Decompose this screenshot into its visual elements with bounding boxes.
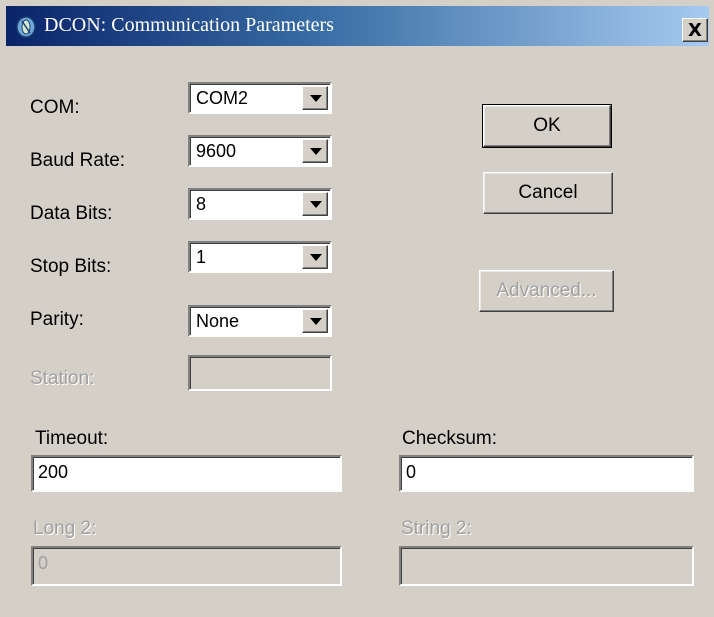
- parity-select[interactable]: None: [188, 305, 332, 337]
- title-bar[interactable]: DCON: Communication Parameters X: [6, 6, 709, 46]
- close-button[interactable]: X: [682, 18, 708, 42]
- baud-rate-value: 9600: [196, 141, 237, 161]
- checksum-input[interactable]: 0: [399, 455, 694, 492]
- cancel-button-label: Cancel: [518, 182, 578, 203]
- data-bits-select[interactable]: 8: [188, 188, 332, 220]
- stop-bits-select[interactable]: 1: [188, 241, 332, 273]
- checksum-value: 0: [406, 462, 417, 482]
- com-value: COM2: [196, 88, 249, 108]
- baud-rate-select[interactable]: 9600: [188, 135, 332, 167]
- timeout-label: Timeout:: [35, 428, 109, 449]
- data-bits-dropdown-arrow-icon[interactable]: [302, 192, 328, 216]
- timeout-value: 200: [38, 462, 69, 482]
- station-label: Station:: [30, 368, 95, 389]
- timeout-input[interactable]: 200: [31, 455, 342, 492]
- data-bits-label: Data Bits:: [30, 203, 113, 224]
- baud-rate-dropdown-arrow-icon[interactable]: [302, 139, 328, 163]
- ok-button[interactable]: OK: [482, 104, 612, 148]
- advanced-button: Advanced...: [479, 270, 614, 312]
- baud-rate-label: Baud Rate:: [30, 150, 126, 171]
- app-icon: [16, 16, 36, 38]
- stop-bits-label: Stop Bits:: [30, 256, 112, 277]
- cancel-button[interactable]: Cancel: [483, 172, 613, 214]
- com-dropdown-arrow-icon[interactable]: [302, 86, 328, 110]
- long2-field: 0: [31, 546, 342, 586]
- advanced-button-label: Advanced...: [496, 280, 597, 301]
- parity-value: None: [196, 311, 240, 331]
- long2-value: 0: [38, 553, 49, 573]
- checksum-label: Checksum:: [402, 428, 498, 449]
- ok-button-label: OK: [533, 115, 561, 136]
- stop-bits-value: 1: [196, 247, 207, 267]
- parity-label: Parity:: [30, 309, 84, 330]
- data-bits-value: 8: [196, 194, 207, 214]
- parity-dropdown-arrow-icon[interactable]: [302, 309, 328, 333]
- string2-label: String 2:: [401, 518, 472, 539]
- string2-field: [399, 546, 694, 586]
- stop-bits-dropdown-arrow-icon[interactable]: [302, 245, 328, 269]
- window-title: DCON: Communication Parameters: [44, 14, 334, 36]
- close-icon: X: [688, 19, 702, 41]
- dialog-window: DCON: Communication Parameters X COM: CO…: [0, 0, 714, 617]
- com-label: COM:: [30, 97, 80, 118]
- station-field: [188, 355, 332, 391]
- long2-label: Long 2:: [33, 518, 97, 539]
- com-select[interactable]: COM2: [188, 82, 332, 114]
